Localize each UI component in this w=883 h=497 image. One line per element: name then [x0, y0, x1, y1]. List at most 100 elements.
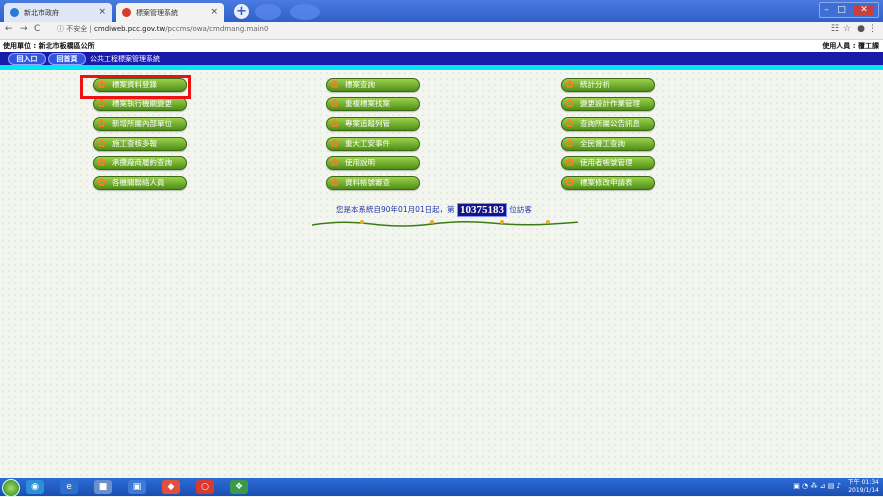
menu-agency-contacts[interactable]: ✿ 各機關聯絡人員: [93, 176, 187, 190]
window-controls: – □ ✕: [819, 2, 879, 18]
menu-add-internal-unit[interactable]: ✿ 新增所屬內部單位: [93, 117, 187, 131]
menu-design-change[interactable]: ✿ 變更設計作業管理: [561, 97, 655, 111]
system-clock[interactable]: 下午 01:34 2019/1/14: [848, 479, 879, 495]
browser-app-icon[interactable]: ◉: [26, 480, 44, 494]
menu-modification-request[interactable]: ✿ 標案修改申請表: [561, 176, 655, 190]
tab-label: 新北市政府: [24, 9, 59, 17]
system-bar: 回入口 回首頁 公共工程標案管理系統: [0, 52, 883, 65]
menu-label: 資料帳號審查: [345, 178, 390, 187]
flower-icon: ✿: [565, 137, 575, 150]
menu-label: 重大工安事件: [345, 139, 390, 148]
visitor-counter: 您是本系統自90年01月01日起，第 10375183 位訪客: [336, 203, 532, 217]
close-window-button[interactable]: ✕: [854, 5, 874, 15]
menu-label: 使用者帳號管理: [580, 158, 633, 167]
menu-contractor-query[interactable]: ✿ 承攬廠商履約查詢: [93, 156, 187, 170]
tray-icons[interactable]: ▣ ◔ ⁂ ⊿ ▤ ♪: [793, 482, 841, 490]
decorative-blob: [255, 4, 281, 20]
unit-label: 使用單位 : 新北市板橋區公所: [3, 42, 95, 50]
counter-suffix: 位訪客: [509, 205, 532, 214]
tab-label: 標案管理系統: [136, 9, 178, 17]
app-icon[interactable]: ❖: [230, 480, 248, 494]
menu-construction-inspection[interactable]: ✿ 施工查核多報: [93, 137, 187, 151]
window-app-icon[interactable]: ▣: [128, 480, 146, 494]
menu-change-agency[interactable]: ✿ 標案執行機關變更: [93, 97, 187, 111]
flower-icon: ✿: [565, 78, 575, 91]
flower-icon: ✿: [330, 78, 340, 91]
tab-favicon-icon: [10, 8, 19, 17]
menu-user-accounts[interactable]: ✿ 使用者帳號管理: [561, 156, 655, 170]
back-arrow-icon[interactable]: ←: [5, 24, 13, 34]
minimize-button[interactable]: –: [824, 5, 829, 15]
translate-icon[interactable]: ☷: [831, 24, 839, 34]
ie-app-icon[interactable]: e: [60, 480, 78, 494]
menu-announcements[interactable]: ✿ 查詢所屬公告訊息: [561, 117, 655, 131]
menu-label: 統計分析: [580, 80, 610, 89]
info-icon: ⓘ: [57, 25, 64, 33]
clock-date: 2019/1/14: [848, 487, 879, 494]
clock-time: 下午 01:34: [847, 479, 879, 486]
profile-icon[interactable]: ●: [857, 24, 865, 34]
menu-account-review[interactable]: ✿ 資料帳號審查: [326, 176, 420, 190]
menu-label: 重複標案找案: [345, 99, 390, 108]
flower-icon: ✿: [97, 97, 107, 110]
flower-icon: ✿: [330, 156, 340, 169]
flower-icon: ✿: [565, 117, 575, 130]
powerpoint-app-icon[interactable]: ◆: [162, 480, 180, 494]
address-bar: ← → C ⓘ 不安全 | cmdiweb.pcc.gov.tw/pccms/o…: [0, 22, 883, 40]
flower-icon: ✿: [330, 176, 340, 189]
explorer-app-icon[interactable]: ■: [94, 480, 112, 494]
unit-bar: 使用單位 : 新北市板橋區公所 使用人員 : 覆工課: [0, 40, 883, 52]
counter-number: 10375183: [457, 203, 508, 217]
flower-icon: ✿: [330, 97, 340, 110]
close-icon[interactable]: ×: [98, 7, 106, 17]
bookmark-star-icon[interactable]: ☆: [843, 24, 851, 34]
tab-project-management[interactable]: 標案管理系統 ×: [116, 3, 224, 22]
user-label: 使用人員 : 覆工課: [822, 42, 879, 50]
menu-label: 標案修改申請表: [580, 178, 633, 187]
reload-icon[interactable]: C: [34, 24, 40, 34]
menu-label: 標案執行機關變更: [112, 99, 172, 108]
menu-statistics[interactable]: ✿ 統計分析: [561, 78, 655, 92]
menu-label: 標案查詢: [345, 80, 375, 89]
flower-icon: ✿: [97, 156, 107, 169]
tab-favicon-icon: [122, 8, 131, 17]
system-title: 公共工程標案管理系統: [90, 55, 160, 63]
maximize-button[interactable]: □: [837, 5, 846, 15]
menu-label: 施工查核多報: [112, 139, 157, 148]
chrome-app-icon[interactable]: ○: [196, 480, 214, 494]
tab-new-taipei-government[interactable]: 新北市政府 ×: [4, 3, 112, 22]
menu-project-tracking[interactable]: ✿ 專案追蹤列管: [326, 117, 420, 131]
forward-arrow-icon[interactable]: →: [20, 24, 28, 34]
menu-public-supervision[interactable]: ✿ 全民督工查詢: [561, 137, 655, 151]
menu-label: 新增所屬內部單位: [112, 119, 172, 128]
menu-label: 變更設計作業管理: [580, 99, 640, 108]
url-host: cmdiweb.pcc.gov.tw: [94, 25, 166, 33]
flower-icon: ✿: [97, 176, 107, 189]
flower-icon: ✿: [330, 137, 340, 150]
menu-project-query[interactable]: ✿ 標案查詢: [326, 78, 420, 92]
counter-prefix: 您是本系統自90年01月01日起，第: [336, 205, 455, 214]
back-to-entry-button[interactable]: 回入口: [8, 53, 46, 65]
main-menu-area: [0, 70, 883, 478]
flower-icon: ✿: [330, 117, 340, 130]
url-field[interactable]: ⓘ 不安全 | cmdiweb.pcc.gov.tw/pccms/owa/cmd…: [57, 24, 268, 34]
close-icon[interactable]: ×: [210, 7, 218, 17]
back-to-home-button[interactable]: 回首頁: [48, 53, 86, 65]
menu-major-safety-events[interactable]: ✿ 重大工安事件: [326, 137, 420, 151]
decorative-blob: [290, 4, 320, 20]
menu-label: 全民督工查詢: [580, 139, 625, 148]
browser-tab-strip: 新北市政府 × 標案管理系統 × + – □ ✕: [0, 0, 883, 22]
menu-label: 專案追蹤列管: [345, 119, 390, 128]
flower-icon: ✿: [97, 137, 107, 150]
menu-icon[interactable]: ⋮: [868, 24, 877, 34]
highlight-box: [80, 75, 191, 99]
menu-label: 承攬廠商履約查詢: [112, 158, 172, 167]
new-tab-button[interactable]: +: [234, 4, 249, 19]
menu-instructions[interactable]: ✿ 使用說明: [326, 156, 420, 170]
flower-icon: ✿: [565, 156, 575, 169]
menu-label: 查詢所屬公告訊息: [580, 119, 640, 128]
taskbar: ◉ e ■ ▣ ◆ ○ ❖ ▣ ◔ ⁂ ⊿ ▤ ♪ 下午 01:34 2019/1/14: [0, 478, 883, 497]
flower-icon: ✿: [97, 117, 107, 130]
menu-duplicate-projects[interactable]: ✿ 重複標案找案: [326, 97, 420, 111]
start-button[interactable]: [2, 479, 20, 497]
